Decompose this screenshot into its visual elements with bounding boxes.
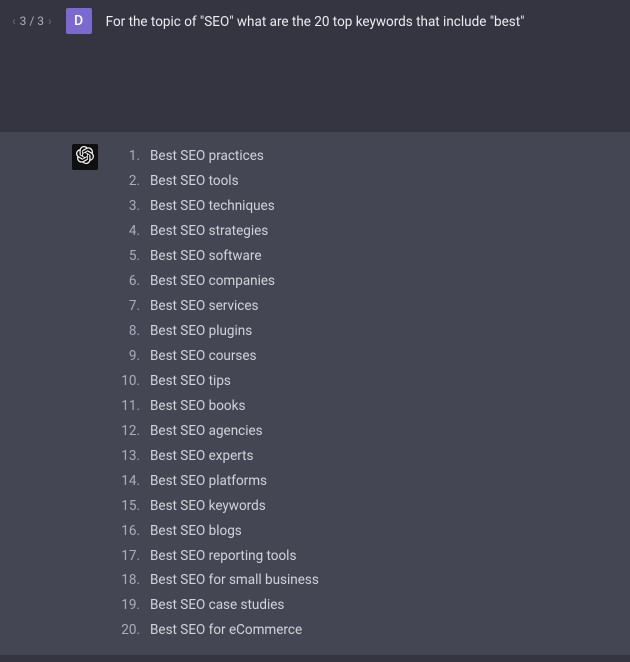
keyword-item: Best SEO software [112,244,618,269]
pager-label: 3 / 3 [20,14,44,28]
keyword-text: Best SEO strategies [150,219,268,244]
keyword-item: Best SEO case studies [112,593,618,618]
pager-next-button[interactable]: › [48,14,52,28]
keyword-text: Best SEO software [150,244,262,269]
openai-logo-icon [76,146,94,168]
keyword-text: Best SEO agencies [150,419,263,444]
keyword-item: Best SEO blogs [112,519,618,544]
keyword-text: Best SEO platforms [150,469,267,494]
keyword-text: Best SEO for small business [150,568,319,593]
message-pager: ‹ 3 / 3 › [12,14,52,28]
keyword-text: Best SEO keywords [150,494,266,519]
keyword-item: Best SEO agencies [112,419,618,444]
assistant-avatar [72,144,98,170]
assistant-message-content: Best SEO practicesBest SEO toolsBest SEO… [112,144,618,643]
keyword-text: Best SEO companies [150,269,275,294]
keyword-item: Best SEO techniques [112,194,618,219]
keyword-item: Best SEO books [112,394,618,419]
keyword-item: Best SEO plugins [112,319,618,344]
keyword-item: Best SEO tools [112,169,618,194]
keyword-text: Best SEO plugins [150,319,252,344]
keyword-text: Best SEO courses [150,344,257,369]
keyword-text: Best SEO practices [150,144,264,169]
keyword-item: Best SEO courses [112,344,618,369]
keyword-item: Best SEO services [112,294,618,319]
keyword-text: Best SEO reporting tools [150,544,296,569]
keyword-text: Best SEO tools [150,169,239,194]
user-message-row: ‹ 3 / 3 › D For the topic of "SEO" what … [0,0,630,42]
keyword-item: Best SEO for small business [112,568,618,593]
keyword-item: Best SEO tips [112,369,618,394]
keyword-text: Best SEO techniques [150,194,275,219]
keyword-item: Best SEO reporting tools [112,544,618,569]
keyword-text: Best SEO services [150,294,258,319]
keyword-text: Best SEO experts [150,444,254,469]
keyword-text: Best SEO case studies [150,593,284,618]
user-message-text: For the topic of "SEO" what are the 20 t… [106,8,618,32]
keyword-item: Best SEO practices [112,144,618,169]
keyword-item: Best SEO for eCommerce [112,618,618,643]
keyword-item: Best SEO platforms [112,469,618,494]
keyword-text: Best SEO blogs [150,519,242,544]
keyword-item: Best SEO keywords [112,494,618,519]
keyword-list: Best SEO practicesBest SEO toolsBest SEO… [112,144,618,643]
keyword-item: Best SEO experts [112,444,618,469]
assistant-message-row: Best SEO practicesBest SEO toolsBest SEO… [0,132,630,655]
keyword-item: Best SEO strategies [112,219,618,244]
keyword-item: Best SEO companies [112,269,618,294]
user-avatar: D [66,8,92,34]
keyword-text: Best SEO books [150,394,245,419]
pager-prev-button[interactable]: ‹ [12,14,16,28]
keyword-text: Best SEO for eCommerce [150,618,302,643]
keyword-text: Best SEO tips [150,369,231,394]
